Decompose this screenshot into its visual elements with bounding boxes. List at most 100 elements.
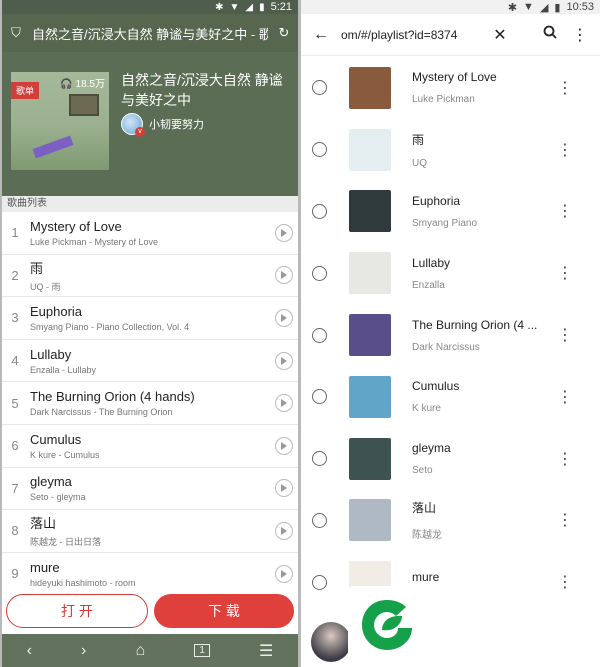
select-radio[interactable] — [312, 203, 327, 219]
track-row[interactable]: mure ⋮ — [301, 551, 600, 613]
play-icon[interactable] — [275, 308, 293, 327]
browser-top-bar: ← om/#/playlist?id=8374 ✕ ⋮ — [301, 14, 600, 56]
playlist-cover[interactable]: 歌单 🎧 18.5万 — [11, 72, 109, 170]
track-artist: Luke Pickman — [412, 94, 475, 106]
song-title: gleyma — [30, 474, 72, 490]
play-count-value: 18.5万 — [75, 79, 105, 90]
select-radio[interactable] — [312, 574, 327, 590]
more-vert-icon[interactable]: ⋮ — [555, 263, 575, 283]
song-row[interactable]: 4 Lullaby Enzalla - Lullaby — [2, 340, 298, 383]
play-icon[interactable] — [275, 436, 293, 455]
right-phone: ✱ ▼ ◢ ▮ 10:53 ← om/#/playlist?id=8374 ✕ … — [301, 0, 600, 667]
track-artist: Smyang Piano — [412, 217, 478, 229]
play-icon[interactable] — [275, 351, 293, 370]
song-row[interactable]: 5 The Burning Orion (4 hands) Dark Narciss… — [2, 382, 298, 425]
open-button[interactable]: 打 开 — [6, 594, 148, 628]
play-icon[interactable] — [275, 223, 293, 242]
song-index: 9 — [11, 566, 19, 582]
select-radio[interactable] — [312, 451, 327, 467]
select-radio[interactable] — [312, 327, 327, 343]
song-row[interactable]: 9 mure hideyuki hashimoto - room — [2, 553, 298, 596]
song-index: 8 — [11, 523, 19, 539]
track-row[interactable]: 落山 陈越龙 ⋮ — [301, 490, 600, 552]
select-radio[interactable] — [312, 265, 327, 281]
status-bar: ✱ ▼ ◢ ▮ 10:53 — [301, 0, 600, 14]
play-icon[interactable] — [275, 266, 293, 285]
song-row[interactable]: 3 Euphoria Smyang Piano - Piano Collection… — [2, 297, 298, 340]
track-title: Mystery of Love — [412, 70, 497, 85]
more-vert-icon[interactable]: ⋮ — [555, 78, 575, 98]
track-row[interactable]: Lullaby Enzalla ⋮ — [301, 242, 600, 304]
track-artist: K kure — [412, 403, 441, 415]
song-text: Mystery of Love Luke Pickman - Mystery of… — [28, 219, 275, 247]
download-button[interactable]: 下 载 — [154, 594, 294, 628]
track-row[interactable]: gleyma Seto ⋮ — [301, 428, 600, 490]
track-info: Lullaby Enzalla — [412, 256, 555, 291]
more-vert-icon[interactable]: ⋮ — [555, 572, 575, 592]
track-info: Euphoria Smyang Piano — [412, 194, 555, 229]
creator-row[interactable]: v 小韧要努力 — [121, 113, 204, 137]
track-row[interactable]: Mystery of Love Luke Pickman ⋮ — [301, 57, 600, 119]
song-row[interactable]: 6 Cumulus K kure - Cumulus — [2, 425, 298, 468]
song-title: Euphoria — [30, 303, 83, 319]
battery-icon: ▮ — [259, 1, 265, 13]
track-row[interactable]: Cumulus K kure ⋮ — [301, 366, 600, 428]
avatar[interactable] — [311, 622, 351, 662]
song-text: Lullaby Enzalla - Lullaby — [28, 347, 275, 375]
track-row[interactable]: The Burning Orion (4 ... Dark Narcissus ⋮ — [301, 304, 600, 366]
track-info: Cumulus K kure — [412, 379, 555, 414]
more-vert-icon[interactable]: ⋮ — [555, 325, 575, 345]
song-row[interactable]: 8 落山 陈越龙 - 日出日落 — [2, 510, 298, 553]
song-list: 1 Mystery of Love Luke Pickman - Mystery o… — [2, 212, 298, 596]
cover-art-figure — [32, 135, 74, 159]
back-icon[interactable]: ‹ — [27, 642, 32, 660]
search-icon[interactable] — [540, 25, 560, 44]
play-icon[interactable] — [275, 394, 293, 413]
song-index: 1 — [11, 225, 19, 241]
select-radio[interactable] — [312, 80, 327, 96]
select-radio[interactable] — [312, 389, 327, 405]
more-vert-icon[interactable]: ⋮ — [555, 140, 575, 160]
song-subtitle: Enzalla - Lullaby — [30, 364, 97, 375]
track-thumbnail — [349, 128, 391, 171]
select-radio[interactable] — [312, 142, 327, 158]
track-row[interactable]: Euphoria Smyang Piano ⋮ — [301, 181, 600, 243]
track-thumbnail — [349, 499, 391, 542]
more-vert-icon[interactable]: ⋮ — [555, 201, 575, 221]
cover-art-tv — [69, 94, 99, 116]
song-text: 落山 陈越龙 - 日出日落 — [28, 513, 275, 548]
screenshot-root: ✱ ▼ ◢ ▮ 5:21 ⛉ 自然之音/沉浸大自然 静谧与美好之中 - 歌 ↻ … — [0, 0, 600, 667]
tabs-button[interactable]: 1 — [194, 644, 210, 657]
play-icon[interactable] — [275, 521, 293, 540]
select-radio[interactable] — [312, 512, 327, 528]
track-row[interactable]: 雨 UQ ⋮ — [301, 119, 600, 181]
forward-icon[interactable]: › — [81, 642, 86, 660]
url-field[interactable]: om/#/playlist?id=8374 — [341, 28, 480, 42]
back-arrow-icon[interactable]: ← — [311, 26, 331, 44]
song-subtitle: Seto - gleyma — [30, 492, 86, 503]
song-title: 落山 — [30, 516, 57, 532]
song-subtitle: Luke Pickman - Mystery of Love — [30, 236, 159, 247]
more-vert-icon[interactable]: ⋮ — [555, 449, 575, 469]
more-vert-icon[interactable]: ⋮ — [555, 510, 575, 530]
section-label: 歌曲列表 — [2, 196, 298, 212]
song-row[interactable]: 1 Mystery of Love Luke Pickman - Mystery o… — [2, 212, 298, 255]
browser-nav-bar: ‹ › ⌂ 1 ☰ — [2, 634, 298, 667]
more-vert-icon[interactable]: ⋮ — [570, 25, 590, 45]
song-text: The Burning Orion (4 hands) Dark Narcissu… — [28, 389, 275, 417]
play-icon[interactable] — [275, 479, 293, 498]
close-icon[interactable]: ✕ — [490, 25, 510, 45]
track-title: gleyma — [412, 441, 451, 456]
song-row[interactable]: 7 gleyma Seto - gleyma — [2, 468, 298, 511]
play-icon[interactable] — [275, 564, 293, 583]
page-title: 自然之音/沉浸大自然 静谧与美好之中 - 歌 — [32, 26, 268, 42]
refresh-icon[interactable]: ↻ — [276, 25, 292, 41]
bluetooth-icon: ✱ — [215, 1, 224, 13]
more-vert-icon[interactable]: ⋮ — [555, 387, 575, 407]
shield-icon[interactable]: ⛉ — [8, 25, 24, 41]
song-row[interactable]: 2 雨 UQ - 雨 — [2, 255, 298, 298]
home-icon[interactable]: ⌂ — [136, 642, 146, 660]
track-title: Lullaby — [412, 255, 451, 270]
menu-icon[interactable]: ☰ — [259, 641, 273, 661]
song-title: The Burning Orion (4 hands) — [30, 389, 195, 405]
